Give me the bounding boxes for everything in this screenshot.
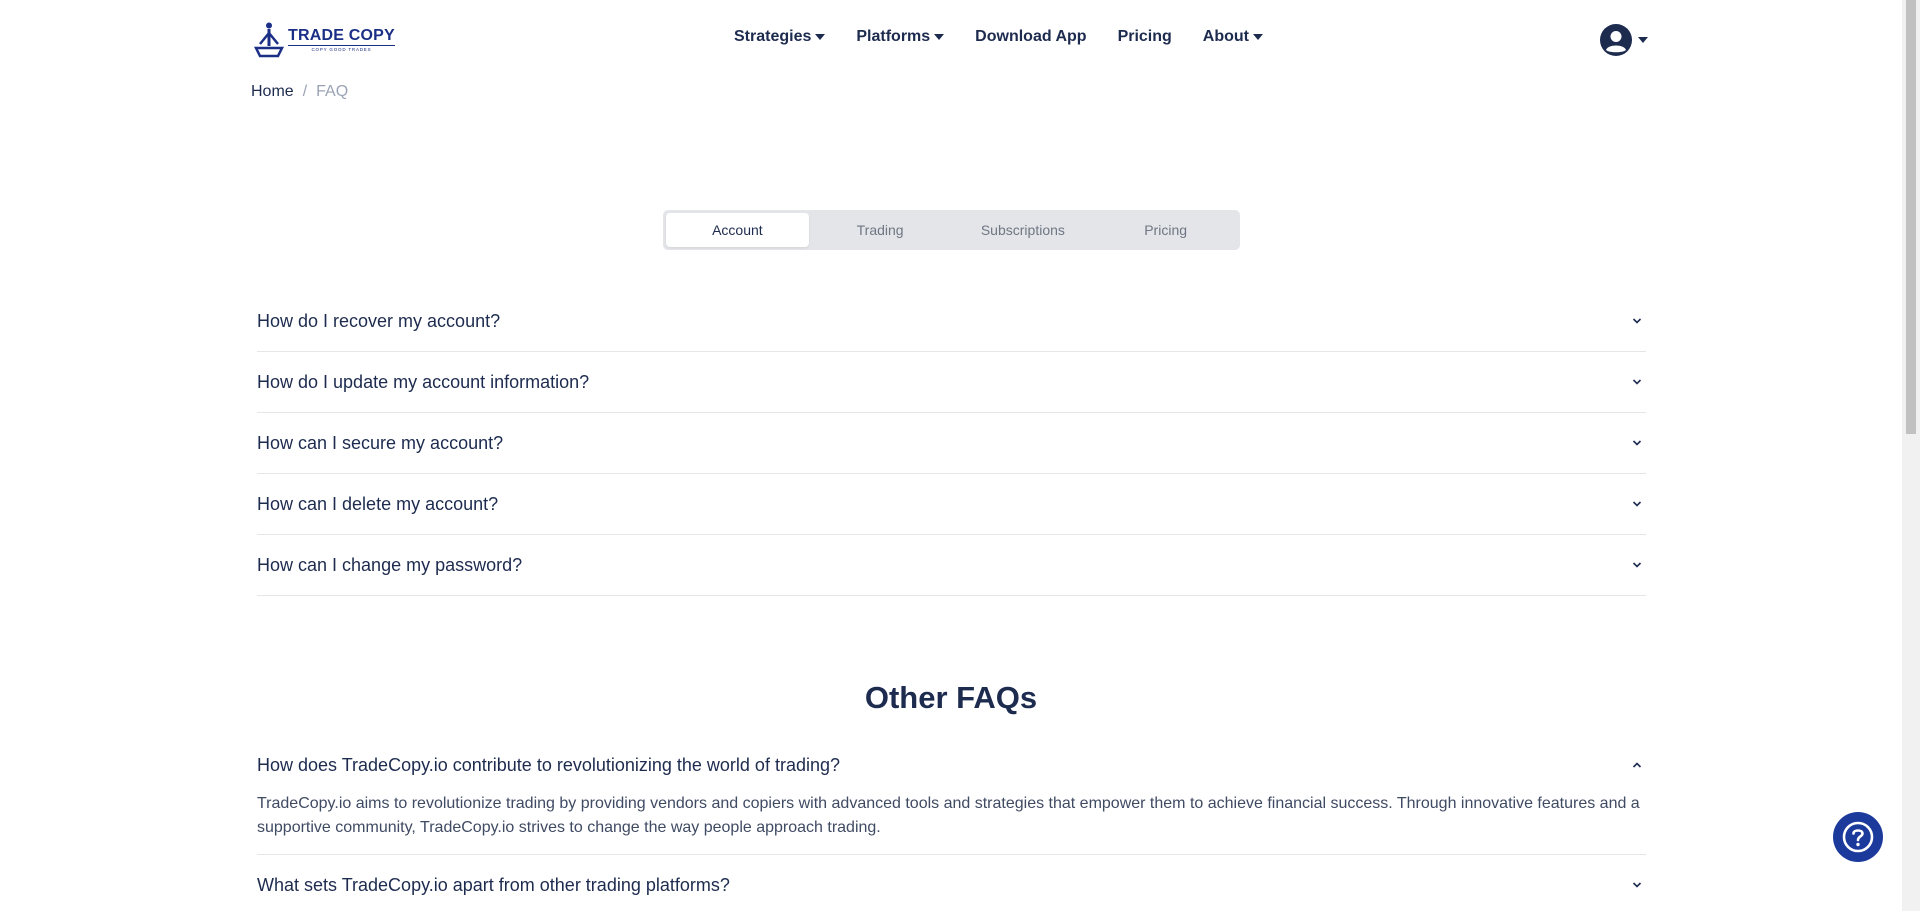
nav-strategies[interactable]: Strategies	[734, 28, 826, 46]
user-circle-icon	[1600, 24, 1632, 56]
breadcrumb: Home / FAQ	[251, 83, 348, 101]
nav-about-label: About	[1202, 28, 1249, 45]
caret-down-icon	[1638, 37, 1648, 43]
tab-trading[interactable]: Trading	[809, 213, 952, 247]
breadcrumb-current: FAQ	[316, 83, 349, 100]
faq-question-toggle[interactable]: How do I update my account information?	[257, 352, 1646, 412]
question-mark-icon	[1842, 821, 1874, 853]
chevron-down-icon	[1632, 562, 1642, 568]
faq-question: How can I change my password?	[257, 554, 523, 575]
breadcrumb-separator: /	[302, 83, 308, 100]
chevron-down-icon	[1632, 379, 1642, 385]
account-faq-list: How do I recover my account? How do I up…	[257, 291, 1646, 596]
nav-platforms[interactable]: Platforms	[856, 28, 945, 46]
logo-icon	[254, 22, 285, 58]
navbar: TRADE COPY COPY GOOD TRADES Strategies P…	[0, 0, 1902, 80]
main-nav: Strategies Platforms Download App Pricin…	[734, 28, 1294, 46]
nav-about[interactable]: About	[1203, 28, 1263, 46]
page: TRADE COPY COPY GOOD TRADES Strategies P…	[0, 0, 1902, 911]
help-button[interactable]	[1833, 812, 1883, 862]
faq-item: How can I secure my account?	[257, 413, 1646, 474]
faq-question-toggle[interactable]: What sets TradeCopy.io apart from other …	[257, 855, 1646, 915]
other-faqs-heading: Other FAQs	[864, 680, 1038, 715]
brand-logo[interactable]: TRADE COPY COPY GOOD TRADES	[254, 22, 395, 58]
tab-pricing[interactable]: Pricing	[1094, 213, 1237, 247]
brand-name: TRADE COPY	[288, 26, 395, 44]
brand-tagline: COPY GOOD TRADES	[288, 44, 395, 53]
nav-pricing[interactable]: Pricing	[1118, 28, 1172, 46]
caret-down-icon	[815, 34, 826, 40]
faq-question: How can I secure my account?	[257, 432, 504, 453]
faq-category-tabs: Account Trading Subscriptions Pricing	[663, 210, 1240, 250]
faq-question: How do I update my account information?	[257, 371, 590, 392]
tab-account[interactable]: Account	[666, 213, 809, 247]
faq-question: How does TradeCopy.io contribute to revo…	[257, 754, 840, 775]
nav-platforms-label: Platforms	[856, 28, 931, 45]
faq-item-expanded: How does TradeCopy.io contribute to revo…	[257, 736, 1646, 855]
caret-down-icon	[1253, 34, 1263, 40]
faq-item: How do I update my account information?	[257, 352, 1646, 413]
user-menu-button[interactable]	[1600, 24, 1648, 56]
faq-question: What sets TradeCopy.io apart from other …	[257, 874, 730, 895]
other-faq-list: How does TradeCopy.io contribute to revo…	[257, 736, 1646, 915]
scrollbar-thumb[interactable]	[1906, 0, 1916, 434]
page-scrollbar[interactable]	[1902, 0, 1920, 911]
faq-answer: TradeCopy.io aims to revolutionize tradi…	[257, 795, 1640, 836]
faq-question-toggle[interactable]: How does TradeCopy.io contribute to revo…	[257, 736, 1646, 794]
faq-item: How can I delete my account?	[257, 474, 1646, 535]
faq-item: What sets TradeCopy.io apart from other …	[257, 855, 1646, 915]
nav-pricing-label: Pricing	[1117, 28, 1172, 45]
nav-download-app[interactable]: Download App	[975, 28, 1086, 46]
nav-download-app-label: Download App	[975, 28, 1087, 45]
chevron-down-icon	[1632, 501, 1642, 507]
faq-question: How do I recover my account?	[257, 310, 501, 331]
chevron-down-icon	[1632, 318, 1642, 324]
caret-down-icon	[934, 34, 945, 40]
faq-question-toggle[interactable]: How can I delete my account?	[257, 474, 1646, 534]
breadcrumb-home[interactable]: Home	[251, 83, 294, 101]
faq-question: How can I delete my account?	[257, 493, 499, 514]
faq-item: How do I recover my account?	[257, 291, 1646, 352]
nav-strategies-label: Strategies	[734, 28, 812, 45]
faq-question-toggle[interactable]: How can I secure my account?	[257, 413, 1646, 473]
chevron-down-icon	[1632, 882, 1642, 888]
tab-subscriptions[interactable]: Subscriptions	[952, 213, 1095, 247]
faq-question-toggle[interactable]: How do I recover my account?	[257, 291, 1646, 351]
chevron-up-icon	[1632, 762, 1642, 768]
chevron-down-icon	[1632, 440, 1642, 446]
faq-item: How can I change my password?	[257, 535, 1646, 596]
faq-question-toggle[interactable]: How can I change my password?	[257, 535, 1646, 595]
